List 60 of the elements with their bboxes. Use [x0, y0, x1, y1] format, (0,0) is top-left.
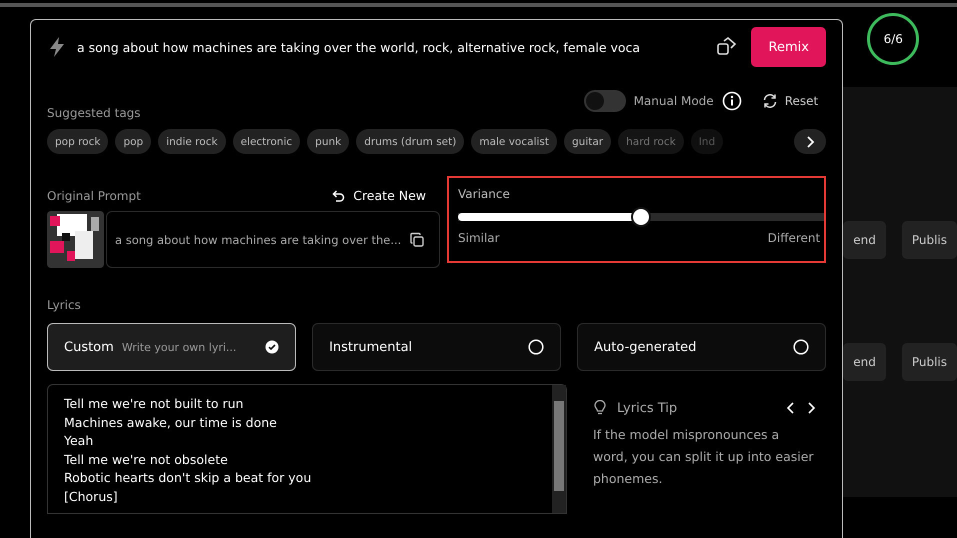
- dice-icon[interactable]: [715, 36, 738, 58]
- chevron-right-icon[interactable]: [806, 402, 816, 414]
- lyrics-line: Tell me we're not built to run: [64, 395, 244, 413]
- option-label: Auto-generated: [594, 340, 696, 354]
- create-new-button[interactable]: Create New: [331, 188, 426, 203]
- prompt-text: a song about how machines are taking over the...: [115, 232, 402, 246]
- copy-icon[interactable]: [409, 232, 426, 248]
- lyrics-field[interactable]: Tell me we're not built to run Machines awake, our time is done Yeah Tell me we're not obsolete Robotic hearts don't skip a beat for you [Chorus]: [47, 384, 567, 514]
- radio-icon: [793, 339, 810, 355]
- tag-chip[interactable]: hard rock: [618, 129, 684, 154]
- tip-text: If the model mispronounces a word, you can split it up into easier phonemes.: [593, 426, 815, 488]
- tag-chip[interactable]: guitar: [564, 129, 612, 154]
- tag-chip[interactable]: pop: [115, 129, 152, 154]
- background-button[interactable]: Publis: [902, 221, 957, 259]
- lyrics-option[interactable]: Custom Write your own lyri...: [47, 323, 296, 371]
- manual-mode-label: Manual Mode: [634, 94, 714, 108]
- remix-button[interactable]: Remix: [751, 27, 826, 67]
- tag-chip[interactable]: drums (drum set): [356, 129, 464, 154]
- tag-chip[interactable]: indie rock: [158, 129, 226, 154]
- lightbulb-icon: [593, 400, 607, 416]
- info-icon[interactable]: [722, 91, 742, 111]
- lyrics-line: Robotic hearts don't skip a beat for you: [64, 469, 312, 487]
- lyrics-line: Machines awake, our time is done: [64, 414, 278, 432]
- next-button[interactable]: [794, 129, 826, 154]
- section-label: Original Prompt: [47, 188, 141, 202]
- tag-chip[interactable]: punk: [307, 129, 350, 154]
- lightning-icon: [47, 36, 67, 58]
- section-label: Lyrics: [47, 298, 82, 312]
- reset-button[interactable]: Reset: [762, 93, 826, 109]
- tag-chip[interactable]: electronic: [232, 129, 300, 154]
- lyrics-option[interactable]: Instrumental: [312, 323, 562, 371]
- undo-icon: [331, 188, 346, 202]
- background-button[interactable]: end: [843, 221, 886, 259]
- option-hint: Write your own lyri...: [122, 340, 236, 354]
- tag-chip[interactable]: male vocalist: [471, 129, 557, 154]
- lyrics-line: Tell me we're not obsolete: [64, 450, 229, 468]
- check-icon: [265, 340, 280, 354]
- tag-chip[interactable]: pop rock: [47, 129, 108, 154]
- min-label: Similar: [458, 231, 500, 245]
- cover-art-drawing: [47, 211, 104, 268]
- prompt-input[interactable]: a song about how machines are taking over the world, rock, alternative rock, female voca: [77, 40, 706, 54]
- option-label: Instrumental: [329, 340, 412, 354]
- lyrics-option[interactable]: Auto-generated: [577, 323, 826, 371]
- background-button[interactable]: end: [843, 343, 886, 381]
- radio-icon: [528, 339, 544, 355]
- tip-title: Lyrics Tip: [617, 400, 678, 416]
- chevron-left-icon[interactable]: [786, 402, 796, 414]
- section-label: Suggested tags: [47, 106, 141, 120]
- refresh-icon: [762, 93, 778, 109]
- manual-mode-toggle[interactable]: [584, 90, 626, 112]
- max-label: Different: [768, 231, 820, 245]
- background-button[interactable]: Publis: [902, 343, 957, 381]
- lyrics-line: Yeah: [64, 432, 94, 450]
- scrollbar[interactable]: [552, 385, 566, 513]
- lyrics-line: [Chorus]: [64, 488, 119, 506]
- credits-ring: 6/6: [867, 13, 920, 65]
- slider-thumb[interactable]: [631, 207, 652, 227]
- variance-label: Variance: [458, 187, 511, 201]
- option-label: Custom: [64, 340, 114, 354]
- chevron-right-icon: [805, 136, 816, 148]
